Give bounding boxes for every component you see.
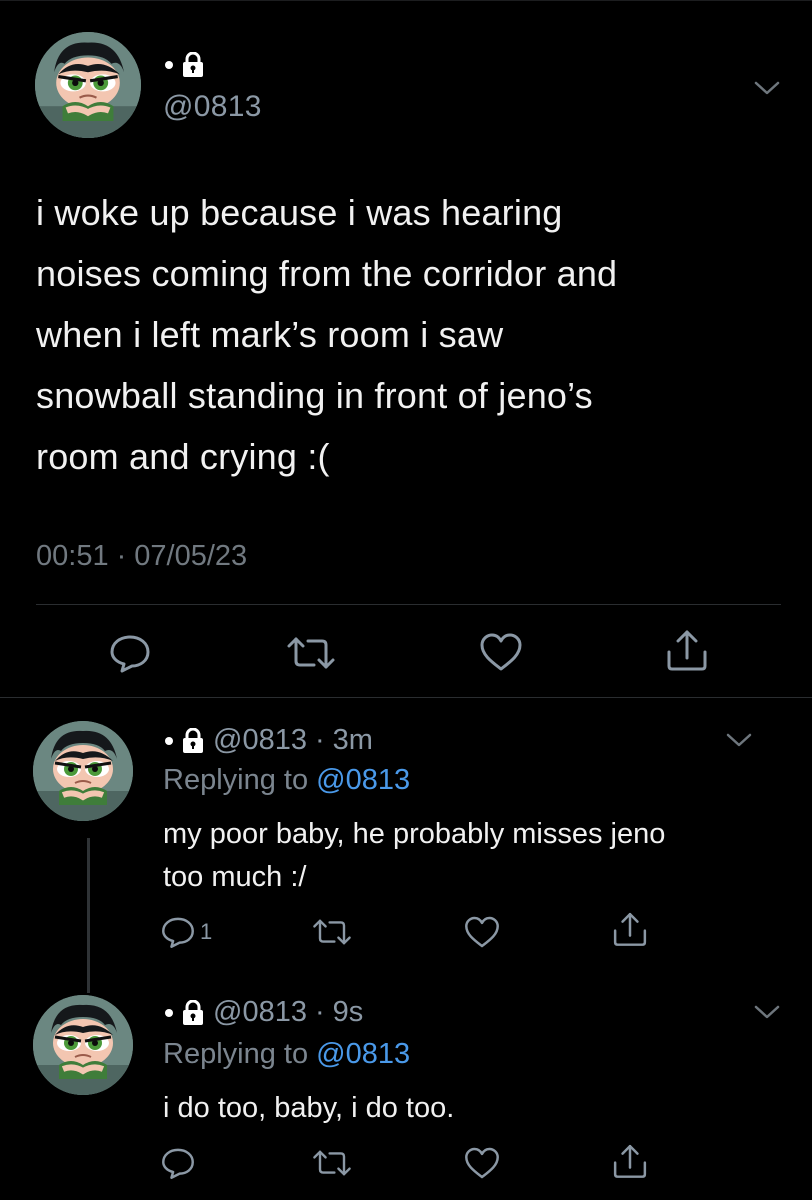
header-separator: · [314, 996, 325, 1028]
display-name[interactable] [165, 1008, 173, 1017]
like-button[interactable] [478, 631, 524, 673]
timestamp-separator: · [116, 540, 127, 572]
reply-button[interactable] [160, 1146, 200, 1180]
header-separator: · [314, 724, 325, 756]
top-divider [0, 0, 812, 1]
chevron-down-icon[interactable] [724, 730, 754, 750]
handle[interactable]: @0813 [213, 996, 307, 1029]
tweet-text: i woke up because i was hearing noises c… [36, 192, 618, 477]
thread-line [87, 838, 90, 993]
display-name[interactable] [165, 61, 173, 69]
reply-text: i do too, baby, i do too. [163, 1092, 455, 1124]
replying-prefix: Replying to [163, 1038, 309, 1070]
share-button[interactable] [611, 910, 649, 948]
avatar-image [33, 995, 133, 1095]
replying-to: Replying to @0813 [163, 764, 410, 797]
reply-time[interactable]: 9s [333, 996, 364, 1029]
like-button[interactable] [463, 914, 501, 950]
reply-icon [162, 917, 194, 948]
retweet-icon [313, 1150, 351, 1176]
retweet-button[interactable] [286, 633, 336, 673]
like-button[interactable] [463, 1145, 501, 1181]
avatar-image [33, 721, 133, 821]
avatar[interactable] [35, 32, 141, 138]
tweet-date: 07/05/23 [134, 540, 248, 572]
replying-to-mention[interactable]: @0813 [316, 764, 410, 796]
tweet-time: 00:51 [36, 540, 109, 572]
share-icon [613, 912, 647, 946]
reply-button[interactable] [108, 633, 152, 673]
reply-text: my poor baby, he probably misses jeno to… [163, 818, 666, 893]
lock-icon [181, 52, 205, 78]
reply-header: @0813 · 3m [165, 724, 373, 757]
avatar-image [35, 32, 141, 138]
display-name-row [165, 52, 205, 78]
tweet-timestamp[interactable]: 00:51 · 07/05/23 [36, 540, 247, 573]
like-icon [480, 633, 522, 671]
reply-icon [162, 1148, 194, 1179]
retweet-icon [313, 919, 351, 945]
replying-to: Replying to @0813 [163, 1038, 410, 1071]
lock-icon [181, 999, 205, 1026]
lock-icon [181, 727, 205, 754]
divider [36, 604, 781, 605]
reply-count: 1 [200, 919, 213, 944]
share-icon [667, 630, 707, 671]
chevron-down-icon[interactable] [752, 1002, 782, 1022]
retweet-button[interactable] [312, 915, 352, 949]
retweet-button[interactable] [312, 1146, 352, 1180]
replying-to-mention[interactable]: @0813 [316, 1038, 410, 1070]
retweet-icon [287, 637, 335, 669]
share-icon [613, 1144, 647, 1178]
avatar[interactable] [33, 721, 133, 821]
handle[interactable]: @0813 [163, 90, 262, 124]
divider [0, 697, 812, 698]
replying-prefix: Replying to [163, 764, 309, 796]
like-icon [465, 916, 499, 948]
like-icon [465, 1147, 499, 1179]
reply-icon [110, 635, 150, 673]
avatar[interactable] [33, 995, 133, 1095]
reply-header: @0813 · 9s [165, 996, 363, 1029]
reply-button[interactable]: 1 [160, 915, 212, 949]
share-button[interactable] [611, 1142, 649, 1180]
reply-time[interactable]: 3m [333, 724, 373, 757]
handle[interactable]: @0813 [213, 724, 307, 757]
display-name[interactable] [165, 736, 173, 745]
share-button[interactable] [664, 628, 710, 672]
chevron-down-icon[interactable] [752, 78, 782, 98]
